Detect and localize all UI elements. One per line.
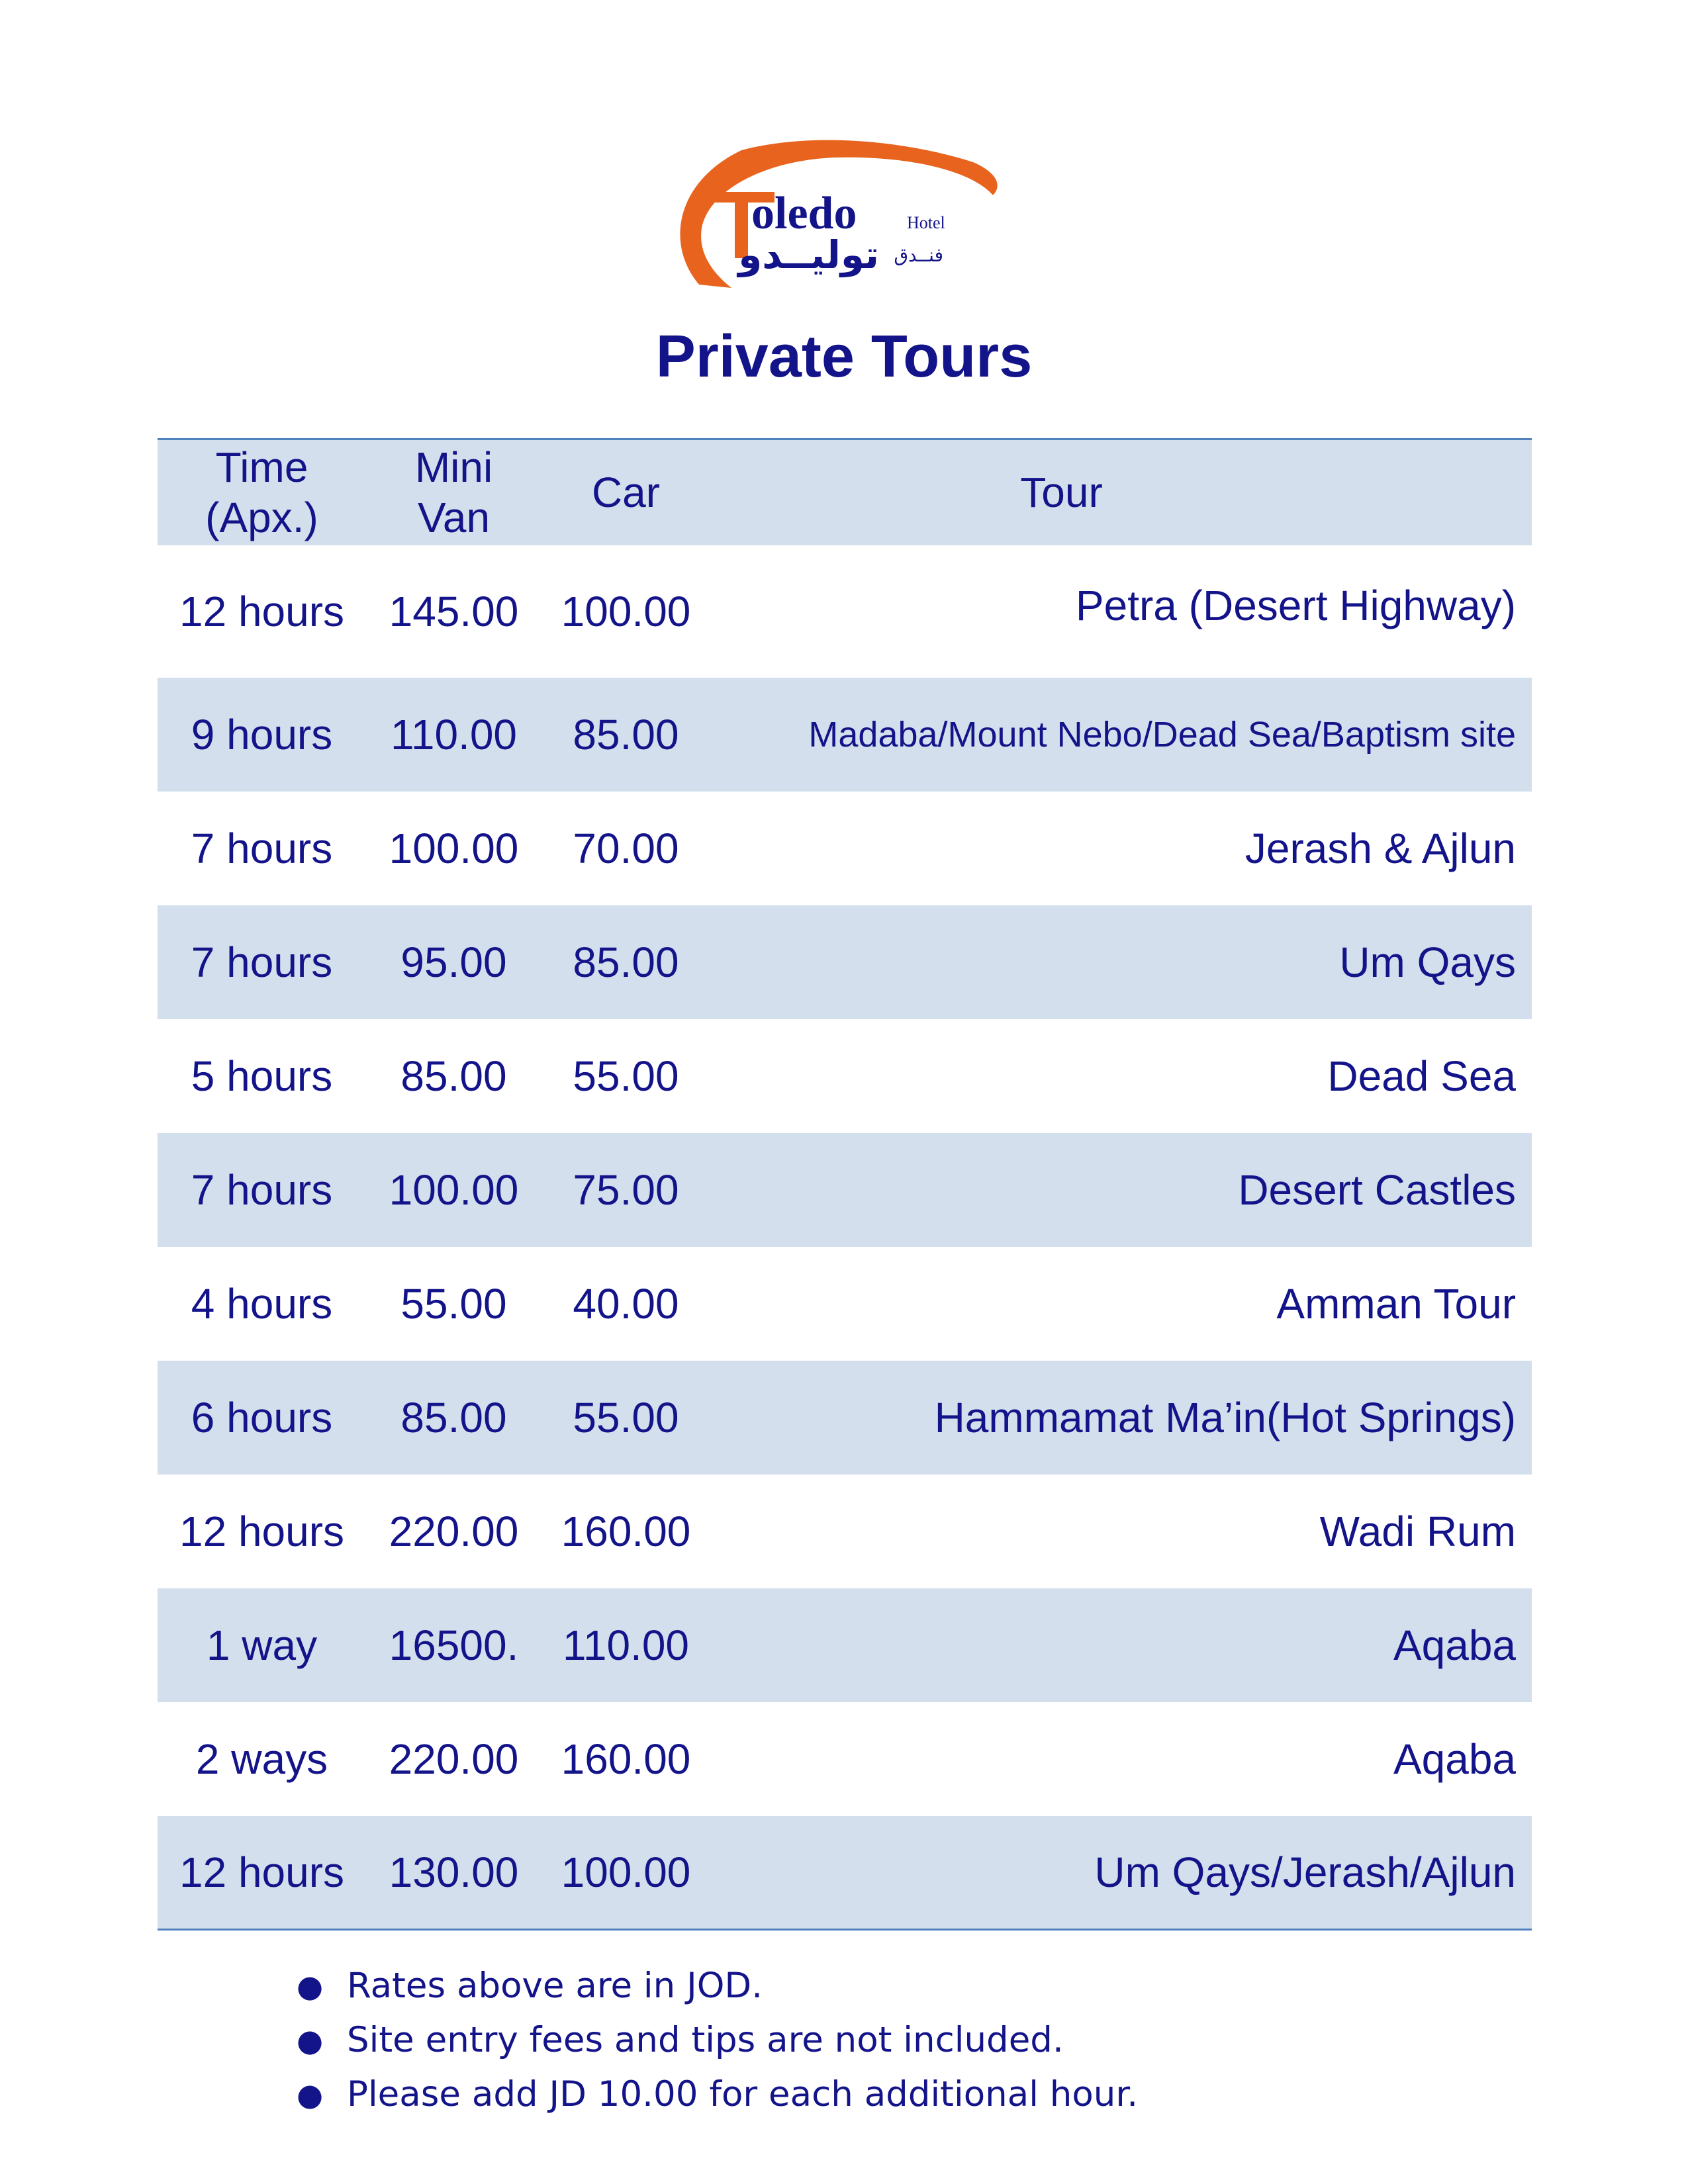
logo-wordmark: oledo: [751, 188, 857, 239]
cell-mini-van: 55.00: [400, 1279, 507, 1328]
note-item: ● Please add JD 10.00 for each additiona…: [297, 2068, 1138, 2122]
cell-tour: Petra (Desert Highway): [1075, 581, 1516, 629]
note-text: Rates above are in JOD.: [347, 1966, 763, 2006]
cell-time: 12 hours: [179, 1848, 345, 1896]
header-car: Car: [591, 469, 661, 517]
table-row: 7 hours 95.00 85.00 Um Qays: [158, 905, 1532, 1019]
cell-tour: Um Qays: [1339, 938, 1516, 986]
table-row: 6 hours 85.00 55.00 Hammamat Ma’in(Hot S…: [158, 1360, 1532, 1475]
logo-hotel-label: Hotel: [907, 213, 945, 232]
note-item: ● Rates above are in JOD.: [297, 1959, 1138, 2013]
logo-arabic-hotel: فنــدق: [894, 244, 943, 266]
table-row: 4 hours 55.00 40.00 Amman Tour: [158, 1247, 1532, 1361]
note-text: Site entry fees and tips are not include…: [347, 2020, 1064, 2060]
notes-list: ● Rates above are in JOD. ● Site entry f…: [297, 1959, 1138, 2122]
cell-mini-van: 220.00: [389, 1735, 519, 1783]
cell-tour: Hammamat Ma’in(Hot Springs): [934, 1393, 1516, 1441]
cell-car: 70.00: [573, 824, 679, 872]
cell-mini-van: 110.00: [391, 710, 517, 758]
page-title: Private Tours: [655, 324, 1033, 390]
table-header-row: Time (Apx.) Mini Van Car Tour: [158, 439, 1532, 545]
cell-car: 75.00: [573, 1165, 679, 1214]
cell-time: 7 hours: [191, 824, 333, 872]
cell-tour: Madaba/Mount Nebo/Dead Sea/Baptism site: [808, 714, 1516, 754]
table-row: 7 hours 100.00 75.00 Desert Castles: [158, 1132, 1532, 1247]
cell-time: 12 hours: [179, 587, 345, 635]
cell-mini-van: 16500.: [389, 1621, 519, 1669]
table-row: 9 hours 110.00 85.00 Madaba/Mount Nebo/D…: [158, 677, 1532, 792]
cell-tour: Um Qays/Jerash/Ajlun: [1094, 1848, 1516, 1896]
cell-car: 160.00: [561, 1507, 691, 1555]
table-row: 7 hours 100.00 70.00 Jerash & Ajlun: [158, 792, 1532, 905]
table-row: 5 hours 85.00 55.00 Dead Sea: [158, 1019, 1532, 1133]
header-time: Time (Apx.): [205, 443, 318, 542]
table-row: 12 hours 145.00 100.00 Petra (Desert Hig…: [158, 545, 1532, 678]
cell-tour: Desert Castles: [1238, 1165, 1516, 1214]
cell-time: 12 hours: [179, 1507, 345, 1555]
cell-mini-van: 220.00: [389, 1507, 519, 1555]
cell-car: 55.00: [573, 1052, 679, 1100]
bullet-icon: ●: [297, 2023, 324, 2058]
cell-mini-van: 85.00: [400, 1393, 507, 1441]
cell-time: 9 hours: [191, 710, 333, 758]
cell-mini-van: 95.00: [400, 938, 507, 986]
cell-mini-van: 100.00: [389, 1165, 519, 1214]
cell-car: 55.00: [573, 1393, 679, 1441]
cell-time: 6 hours: [191, 1393, 333, 1441]
cell-tour: Aqaba: [1393, 1735, 1516, 1783]
cell-tour: Jerash & Ajlun: [1244, 824, 1516, 872]
table-row: 1 way 16500. 110.00 Aqaba: [158, 1588, 1532, 1702]
cell-mini-van: 145.00: [389, 587, 519, 635]
cell-time: 1 way: [206, 1621, 318, 1669]
cell-mini-van: 85.00: [400, 1052, 507, 1100]
cell-car: 85.00: [573, 938, 679, 986]
bullet-icon: ●: [297, 2077, 324, 2113]
table-row: 12 hours 130.00 100.00 Um Qays/Jerash/Aj…: [158, 1815, 1532, 1930]
cell-car: 100.00: [561, 1848, 691, 1896]
cell-car: 85.00: [573, 710, 679, 758]
cell-tour: Wadi Rum: [1319, 1507, 1516, 1555]
cell-tour: Amman Tour: [1276, 1279, 1516, 1328]
cell-time: 7 hours: [191, 1165, 333, 1214]
cell-car: 100.00: [561, 587, 691, 635]
logo-arabic-name: توليــدو: [736, 232, 879, 278]
bullet-icon: ●: [297, 1968, 324, 2004]
cell-tour: Aqaba: [1393, 1621, 1516, 1669]
header-tour: Tour: [1020, 469, 1103, 517]
cell-car: 160.00: [561, 1735, 691, 1783]
cell-time: 2 ways: [195, 1735, 328, 1783]
note-item: ● Site entry fees and tips are not inclu…: [297, 2013, 1138, 2068]
header-mini-van: Mini Van: [414, 443, 493, 542]
cell-time: 7 hours: [191, 938, 333, 986]
hotel-logo: oledo Hotel توليــدو فنــدق: [662, 136, 1033, 295]
cell-car: 110.00: [563, 1621, 689, 1669]
note-text: Please add JD 10.00 for each additional …: [347, 2074, 1139, 2115]
table-row: 2 ways 220.00 160.00 Aqaba: [158, 1702, 1532, 1816]
cell-car: 40.00: [573, 1279, 679, 1328]
cell-mini-van: 100.00: [389, 824, 519, 872]
table-row: 12 hours 220.00 160.00 Wadi Rum: [158, 1475, 1532, 1588]
cell-mini-van: 130.00: [389, 1848, 519, 1896]
cell-tour: Dead Sea: [1327, 1052, 1516, 1100]
cell-time: 4 hours: [191, 1279, 333, 1328]
tours-table: Time (Apx.) Mini Van Car Tour 12 hours 1…: [158, 438, 1532, 1931]
cell-time: 5 hours: [191, 1052, 333, 1100]
